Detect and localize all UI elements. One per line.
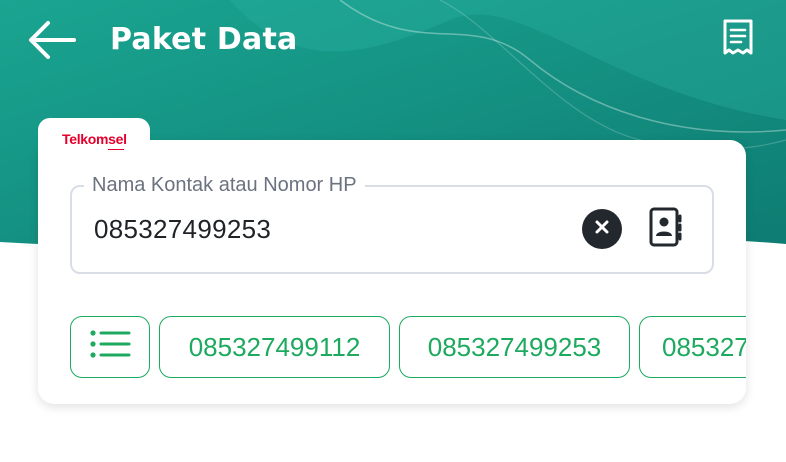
list-icon (89, 329, 131, 366)
receipt-icon (721, 18, 755, 63)
recent-number-chip[interactable]: 085327499112 (159, 316, 390, 378)
provider-logo: Telkomsel (62, 131, 127, 147)
contact-book-icon (647, 206, 685, 253)
transaction-history-button[interactable] (712, 14, 764, 66)
recent-number-chip[interactable]: 085327 (639, 316, 746, 378)
recent-number-chip[interactable]: 085327499253 (399, 316, 630, 378)
page-title: Paket Data (110, 22, 298, 57)
arrow-left-icon (26, 18, 78, 67)
recent-numbers-row: 085327499112 085327499253 085327 (70, 316, 746, 380)
phone-input-value[interactable]: 085327499253 (94, 214, 271, 245)
provider-logo-swoosh (108, 149, 124, 150)
back-button[interactable] (22, 14, 82, 70)
clear-input-button[interactable] (582, 209, 622, 249)
contact-picker-button[interactable] (645, 207, 687, 251)
contact-list-button[interactable] (70, 316, 150, 378)
phone-input-label: Nama Kontak atau Nomor HP (84, 174, 365, 197)
clear-icon (594, 219, 610, 240)
